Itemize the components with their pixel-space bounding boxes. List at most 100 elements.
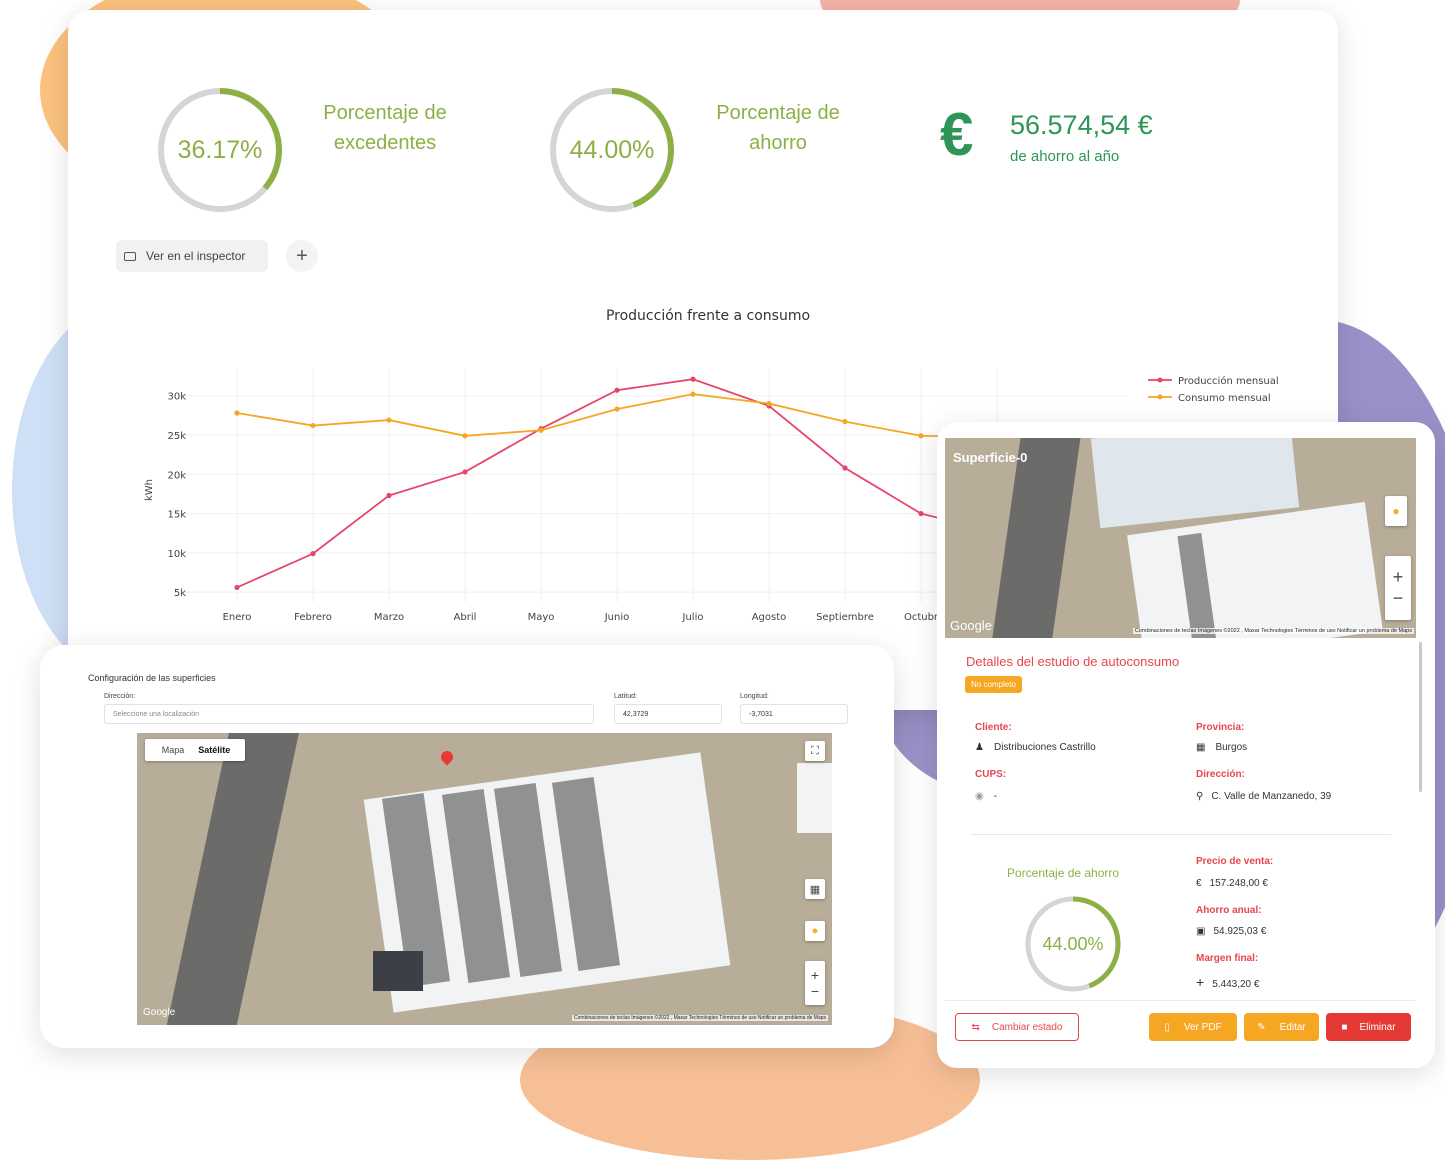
excedentes-label: Porcentaje de excedentes (300, 98, 470, 158)
precio-value-text: 157.248,00 € (1209, 878, 1268, 889)
map-attribution: Combinaciones de teclas Imágenes ©2022 ,… (572, 1015, 828, 1021)
series-point (386, 417, 392, 423)
map-tab-map[interactable]: Mapa (154, 745, 193, 755)
cambiar-estado-button[interactable]: ⇆ Cambiar estado (955, 1013, 1079, 1041)
detail-divider (971, 834, 1391, 835)
longitud-input[interactable]: -3,7031 (740, 704, 848, 724)
x-tick-label: Julio (682, 612, 704, 623)
file-icon: ▯ (1164, 1021, 1170, 1033)
x-tick-label: Agosto (752, 612, 787, 623)
legend-label: Consumo mensual (1178, 393, 1271, 404)
direccion-input[interactable]: Seleccione una localización (104, 704, 594, 724)
cliente-value-text: Distribuciones Castrillo (993, 742, 1096, 753)
legend-marker (1157, 394, 1163, 400)
detail-scrollbar[interactable] (1419, 642, 1422, 792)
map-type-toggle[interactable]: Mapa Satélite (145, 739, 245, 761)
zoom-control[interactable]: + − (805, 961, 825, 1005)
x-tick-label: Septiembre (816, 612, 874, 623)
chart-title: Producción frente a consumo (605, 308, 811, 324)
ver-pdf-label: Ver PDF (1183, 1021, 1222, 1033)
zoom-out-icon[interactable]: − (811, 983, 819, 999)
detail-ahorro-gauge: 44.00% (1023, 894, 1123, 994)
detail-map-label: Superficie-0 (953, 450, 1028, 465)
x-tick-label: Abril (454, 612, 477, 623)
longitud-label: Longitud: (740, 693, 769, 700)
detail-ahorro-value: 44.00% (1042, 933, 1104, 954)
euro-icon: € (940, 101, 974, 168)
detail-google-logo: Google (950, 618, 992, 633)
detail-satellite-map[interactable]: Superficie-0 ● + − Google Combinaciones … (945, 438, 1416, 638)
legend-marker (1157, 377, 1163, 383)
margen-value-text: 5.443,20 € (1212, 979, 1260, 990)
x-tick-label: Junio (604, 612, 630, 623)
provincia-value-text: Burgos (1215, 742, 1248, 753)
map-building-small (797, 763, 832, 833)
cliente-value: ♟ Distribuciones Castrillo (975, 742, 1096, 753)
status-badge: No completo (965, 676, 1022, 693)
map-tab-satellite[interactable]: Satélite (192, 745, 236, 755)
add-button[interactable]: + (286, 240, 318, 272)
eliminar-button[interactable]: ■ Eliminar (1326, 1013, 1411, 1041)
detail-map-road (986, 438, 1084, 638)
money-icon: ▣ (1196, 926, 1206, 937)
x-tick-label: Marzo (374, 612, 404, 623)
detail-zoom-control[interactable]: + − (1385, 556, 1411, 620)
cups-value: ◉ - (975, 791, 997, 802)
annual-savings-value: 56.574,54 € (1010, 110, 1153, 140)
layers-button[interactable]: ▦ (805, 879, 825, 899)
trash-icon: ■ (1341, 1021, 1348, 1033)
series-point (918, 510, 924, 517)
location-pin-icon (438, 748, 456, 766)
zoom-in-icon[interactable]: + (811, 967, 819, 983)
ver-pdf-button[interactable]: ▯ Ver PDF (1149, 1013, 1237, 1041)
detail-map-building-main (1127, 501, 1383, 638)
ahorro-title: Porcentaje de ahorro (1007, 866, 1120, 880)
street-view-icon[interactable]: ● (805, 921, 825, 941)
map-marker-icon: ⚲ (1196, 791, 1204, 802)
y-tick-label: 30k (167, 392, 186, 403)
series-point (918, 433, 924, 439)
series-point (462, 433, 468, 439)
series-point (766, 400, 772, 407)
detail-street-view-icon[interactable]: ● (1385, 496, 1407, 526)
latitud-input[interactable]: 42,3729 (614, 704, 722, 724)
detail-title: Detalles del estudio de autoconsumo (966, 654, 1180, 669)
surfaces-title: Configuración de las superficies (88, 673, 216, 683)
inspector-button[interactable]: Ver en el inspector (116, 240, 268, 272)
provincia-label: Provincia: (1196, 722, 1245, 733)
series-point (386, 492, 392, 499)
detail-zoom-out-icon[interactable]: − (1393, 588, 1404, 609)
satellite-map[interactable]: Mapa Satélite ⛶ ▦ ● + − Google Combinaci… (137, 733, 832, 1025)
euro-small-icon: € (1196, 878, 1202, 889)
y-tick-label: 20k (167, 470, 186, 481)
y-tick-label: 10k (167, 549, 186, 560)
detail-zoom-in-icon[interactable]: + (1393, 567, 1404, 588)
x-tick-label: Mayo (528, 612, 555, 623)
y-axis-label: kWh (144, 479, 155, 501)
ahorro-label-line1: Porcentaje de (716, 102, 840, 124)
target-icon: ◉ (975, 791, 984, 802)
direccion-detail-label: Dirección: (1196, 769, 1245, 780)
pencil-icon: ✎ (1257, 1021, 1266, 1033)
excedentes-value: 36.17% (177, 135, 263, 164)
footer-divider (945, 1000, 1415, 1001)
study-detail-card: Superficie-0 ● + − Google Combinaciones … (937, 422, 1435, 1068)
google-logo: Google (143, 1007, 176, 1018)
plus-icon: + (1196, 974, 1205, 990)
latitud-label: Latitud: (614, 693, 637, 700)
precio-label: Precio de venta: (1196, 856, 1274, 867)
precio-value: €157.248,00 € (1196, 878, 1268, 889)
ahorro-value: 44.00% (569, 135, 655, 164)
series-point (310, 422, 316, 429)
x-tick-label: Enero (223, 612, 252, 623)
editar-button[interactable]: ✎ Editar (1244, 1013, 1319, 1041)
fullscreen-button[interactable]: ⛶ (805, 741, 825, 761)
series-point (234, 410, 240, 416)
series-point (842, 465, 848, 471)
x-tick-label: Octubr (904, 612, 939, 623)
ahorro-label: Porcentaje de ahorro (693, 98, 863, 158)
y-tick-label: 15k (167, 510, 186, 521)
ahorro-anual-value-text: 54.925,03 € (1213, 926, 1267, 937)
eliminar-label: Eliminar (1359, 1021, 1396, 1033)
series-point (690, 376, 696, 382)
